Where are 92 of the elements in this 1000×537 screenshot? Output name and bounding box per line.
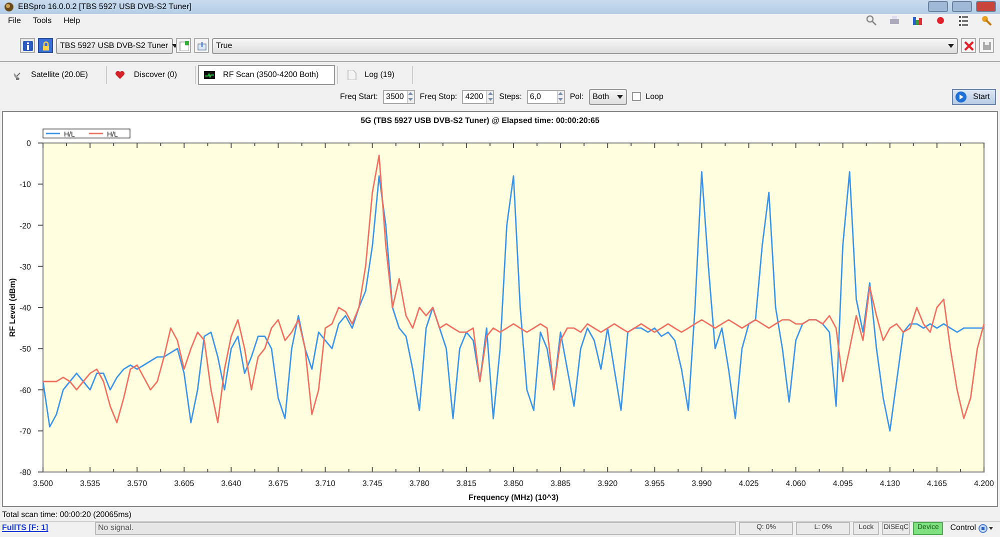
close-button[interactable] <box>976 1 996 12</box>
x-tick-label: 4.025 <box>738 479 759 488</box>
page-icon <box>178 40 188 51</box>
value-dropdown[interactable]: True <box>212 38 958 54</box>
y-tick-label: -10 <box>19 180 31 190</box>
x-tick-label: 4.095 <box>832 479 853 488</box>
add-page-button[interactable] <box>176 38 191 54</box>
x-tick-label: 3.955 <box>644 479 665 488</box>
up-arrow-icon[interactable] <box>488 92 493 96</box>
save-button[interactable] <box>979 38 994 54</box>
y-tick-label: -20 <box>19 221 31 230</box>
down-arrow-icon[interactable] <box>558 98 564 102</box>
bar-chart-icon[interactable] <box>912 15 923 26</box>
lock-button[interactable] <box>38 38 53 54</box>
caret-icon <box>948 44 954 48</box>
search-icon[interactable] <box>866 15 877 26</box>
x-tick-label: 3.500 <box>32 479 54 488</box>
x-tick-label: 4.060 <box>786 479 806 488</box>
menu-item[interactable]: File <box>8 14 21 27</box>
x-tick-label: 4.130 <box>880 479 900 488</box>
freq-stop-field[interactable]: 4200 <box>462 90 494 104</box>
x-tick-label: 4.200 <box>974 479 994 488</box>
control-icon <box>978 524 994 533</box>
menu-item[interactable]: Help <box>64 14 80 27</box>
field-label: Freq Start: <box>340 90 378 103</box>
field-label: Loop <box>646 90 664 103</box>
x-tick-label: 3.885 <box>550 479 571 488</box>
x-tick-label: 3.850 <box>503 479 524 488</box>
scan-time-text: Total scan time: 00:00:20 (20065ms) <box>2 508 132 521</box>
app-icon <box>4 2 14 12</box>
freq-start-field[interactable]: 3500 <box>382 90 415 104</box>
close-button[interactable] <box>961 38 976 54</box>
field-label: Steps: <box>499 90 522 103</box>
x-tick-label: 3.535 <box>80 479 100 488</box>
polarization-dropdown[interactable]: Both <box>588 88 627 105</box>
fullts-link[interactable]: FullTS [F: 1] <box>2 522 92 534</box>
y-tick-label: -40 <box>19 304 31 313</box>
loop-checkbox[interactable] <box>632 92 641 102</box>
down-arrow-icon[interactable] <box>408 98 414 102</box>
y-tick-label: -70 <box>19 426 31 436</box>
printer-icon[interactable] <box>889 15 900 26</box>
y-tick-label: -50 <box>19 344 31 354</box>
heart-icon <box>114 70 126 80</box>
padlock-icon <box>40 40 50 51</box>
record-icon[interactable] <box>935 15 946 26</box>
tray-icon <box>196 40 206 51</box>
tab[interactable]: Discover (0) <box>108 65 194 86</box>
info-button[interactable] <box>20 38 35 54</box>
tab[interactable]: RF Scan (3500-4200 Both) <box>198 65 335 86</box>
x-axis-label: Frequency (MHz) (10^3) <box>468 493 559 502</box>
close-icon <box>964 40 974 51</box>
oscilloscope-icon <box>204 70 216 80</box>
export-button[interactable] <box>194 38 209 54</box>
tuner-dropdown[interactable]: TBS 5927 USB DVB-S2 Tuner <box>56 38 173 54</box>
play-icon <box>955 90 967 103</box>
y-axis-label: RF Level (dBm) <box>8 278 17 337</box>
list-icon[interactable] <box>958 15 969 26</box>
y-tick-label: -30 <box>19 262 31 272</box>
x-tick-label: 3.710 <box>315 479 336 488</box>
x-tick-label: 3.675 <box>268 479 288 488</box>
start-button[interactable]: Start <box>952 88 996 105</box>
y-tick-label: -60 <box>19 386 31 395</box>
x-tick-label: 3.570 <box>127 479 148 488</box>
minimize-button[interactable] <box>928 1 948 12</box>
field-label: Pol: <box>570 90 584 103</box>
tab[interactable]: Log (19) <box>340 65 410 86</box>
x-tick-label: 3.745 <box>362 479 382 488</box>
control-button[interactable]: Control <box>950 522 998 534</box>
document-icon <box>346 70 357 80</box>
up-arrow-icon[interactable] <box>408 92 414 96</box>
x-tick-label: 4.165 <box>926 479 947 488</box>
y-tick-label: 0 <box>26 139 31 148</box>
x-tick-label: 3.780 <box>409 479 430 488</box>
x-tick-label: 3.815 <box>456 479 476 488</box>
window-title: EBSpro 16.0.0.2 [TBS 5927 USB DVB-S2 Tuner] <box>18 0 192 13</box>
y-tick-label: -80 <box>19 468 31 478</box>
chart-title: 5G (TBS 5927 USB DVB-S2 Tuner) @ Elapsed time: 00:00:20:65 <box>360 116 600 126</box>
steps-field[interactable]: 6,0 <box>526 90 565 104</box>
x-tick-label: 3.605 <box>174 479 194 488</box>
field-label: Freq Stop: <box>420 90 458 103</box>
down-arrow-icon[interactable] <box>488 98 493 102</box>
signal-status: No signal. <box>95 522 736 535</box>
tab[interactable]: Satellite (20.0E) <box>6 65 104 86</box>
satellite-dish-icon <box>12 70 23 80</box>
menu-item[interactable]: Tools <box>32 14 52 27</box>
x-tick-label: 3.920 <box>598 479 618 488</box>
caret-icon <box>616 94 623 99</box>
x-tick-label: 3.990 <box>692 479 712 488</box>
info-icon <box>22 40 32 51</box>
x-tick-label: 3.640 <box>221 479 242 488</box>
up-arrow-icon[interactable] <box>558 92 564 96</box>
pin-icon[interactable] <box>981 15 992 26</box>
